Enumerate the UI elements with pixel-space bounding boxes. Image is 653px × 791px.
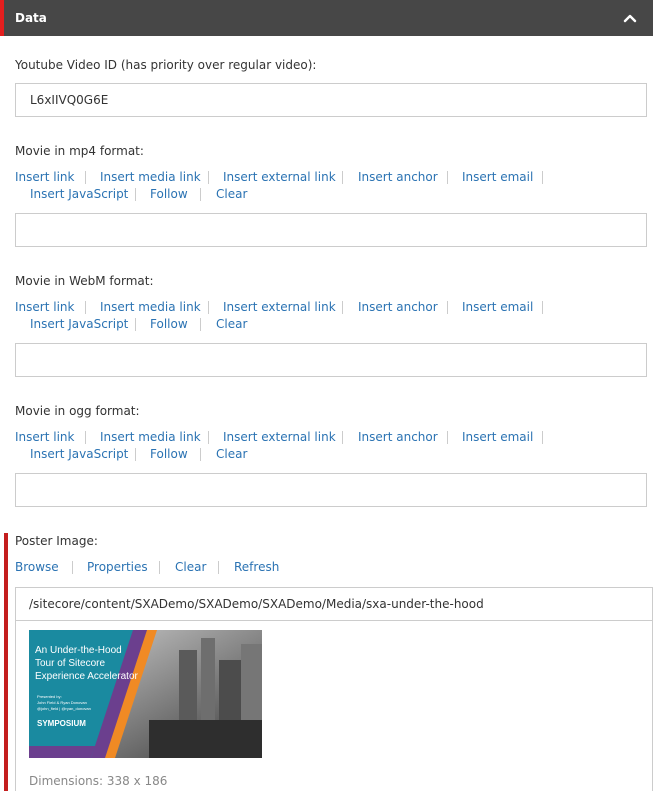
separator [542,171,543,184]
building-shape [179,650,197,730]
thumb-logo-text: SYMPOSIUM [37,719,86,728]
mp4-insert-external-link[interactable]: Insert external link [223,170,336,184]
webm-label: Movie in WebM format: [15,274,154,288]
separator [208,431,209,444]
poster-clear[interactable]: Clear [175,560,206,574]
separator [218,561,219,574]
chevron-up-icon[interactable] [623,11,637,25]
webm-insert-link[interactable]: Insert link [15,300,74,314]
mp4-label: Movie in mp4 format: [15,144,144,158]
webm-insert-external-link[interactable]: Insert external link [223,300,336,314]
building-shape [201,638,215,728]
youtube-id-label: Youtube Video ID (has priority over regu… [15,58,317,72]
poster-section-marker [4,533,8,791]
separator [85,301,86,314]
poster-browse[interactable]: Browse [15,560,59,574]
mp4-insert-javascript[interactable]: Insert JavaScript [30,187,128,201]
separator [447,431,448,444]
ogg-insert-media-link[interactable]: Insert media link [100,430,201,444]
webm-insert-email[interactable]: Insert email [462,300,533,314]
ogg-label: Movie in ogg format: [15,404,140,418]
ogg-follow[interactable]: Follow [150,447,188,461]
thumb-title-line2: Tour of Sitecore [35,658,105,669]
mp4-insert-link[interactable]: Insert link [15,170,74,184]
thumb-title-line3: Experience Accelerator [35,671,139,682]
separator [135,448,136,461]
section-title: Data [15,11,47,25]
ogg-insert-email[interactable]: Insert email [462,430,533,444]
mp4-clear[interactable]: Clear [216,187,247,201]
poster-properties[interactable]: Properties [87,560,148,574]
building-shape [219,660,241,730]
mp4-insert-media-link[interactable]: Insert media link [100,170,201,184]
youtube-id-input[interactable]: L6xIIVQ0G6E [15,83,647,117]
ogg-clear[interactable]: Clear [216,447,247,461]
webm-insert-javascript[interactable]: Insert JavaScript [30,317,128,331]
separator [208,301,209,314]
separator [447,171,448,184]
section-header-data[interactable]: Data [0,0,653,36]
separator [72,561,73,574]
poster-refresh[interactable]: Refresh [234,560,279,574]
purple-band [29,746,95,758]
building-shape [241,644,262,730]
thumb-handles: @john_field | @ryan_donovan [37,706,91,711]
mp4-follow[interactable]: Follow [150,187,188,201]
street-shape [149,720,262,758]
mp4-insert-anchor[interactable]: Insert anchor [358,170,438,184]
header-accent-bar [0,0,4,36]
separator [200,188,201,201]
poster-path-field[interactable]: /sitecore/content/SXADemo/SXADemo/SXADem… [15,587,653,620]
ogg-insert-external-link[interactable]: Insert external link [223,430,336,444]
separator [208,171,209,184]
separator [159,561,160,574]
webm-clear[interactable]: Clear [216,317,247,331]
separator [542,301,543,314]
mp4-link-field[interactable] [15,213,647,247]
ogg-insert-anchor[interactable]: Insert anchor [358,430,438,444]
thumb-presenters: John Field & Ryan Donovan [37,700,87,705]
separator [200,448,201,461]
webm-insert-media-link[interactable]: Insert media link [100,300,201,314]
separator [542,431,543,444]
separator [447,301,448,314]
ogg-insert-link[interactable]: Insert link [15,430,74,444]
separator [85,431,86,444]
thumb-presented-by: Presented by: [37,694,62,699]
ogg-link-field[interactable] [15,473,647,507]
webm-link-field[interactable] [15,343,647,377]
separator [85,171,86,184]
thumb-title-line1: An Under-the-Hood [35,645,122,656]
separator [135,188,136,201]
separator [200,318,201,331]
separator [342,171,343,184]
poster-image-label: Poster Image: [15,534,98,548]
ogg-insert-javascript[interactable]: Insert JavaScript [30,447,128,461]
image-dimensions: Dimensions: 338 x 186 [29,774,168,788]
separator [342,301,343,314]
poster-thumbnail-image[interactable]: An Under-the-Hood Tour of Sitecore Exper… [29,630,262,758]
separator [135,318,136,331]
poster-preview-panel: An Under-the-Hood Tour of Sitecore Exper… [15,620,653,791]
webm-follow[interactable]: Follow [150,317,188,331]
mp4-insert-email[interactable]: Insert email [462,170,533,184]
webm-insert-anchor[interactable]: Insert anchor [358,300,438,314]
separator [342,431,343,444]
